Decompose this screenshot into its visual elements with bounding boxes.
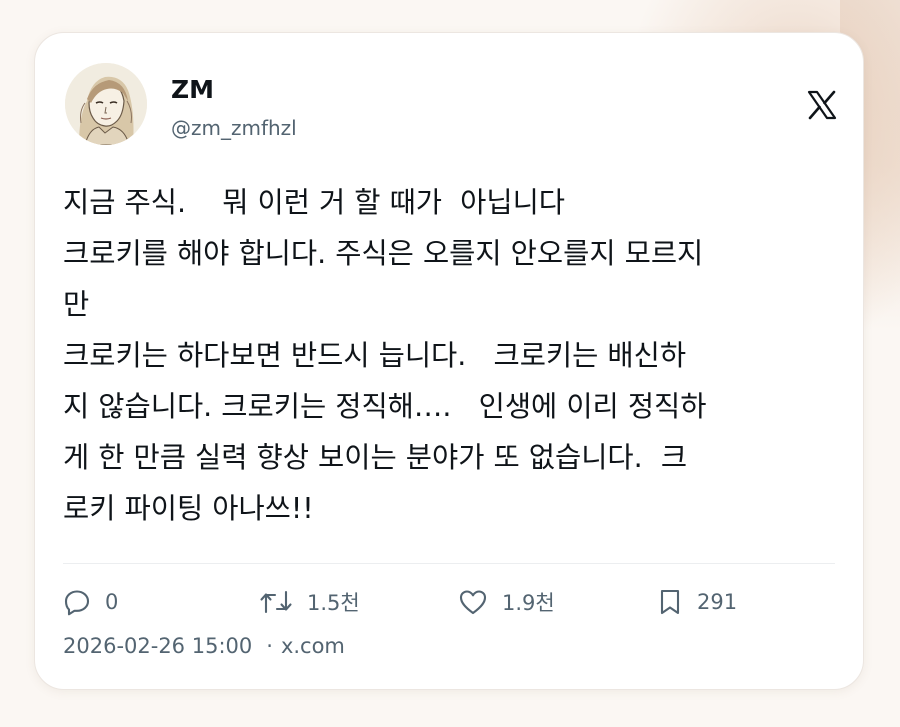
tweet-line: 게 한 만큼 실력 향상 보이는 분야가 또 없습니다. 크 <box>63 441 688 474</box>
author-name[interactable]: ZM <box>171 75 214 104</box>
tweet-line: 크로키를 해야 합니다. 주식은 오를지 안오를지 모르지 <box>63 237 704 270</box>
tweet-line: 만 <box>63 288 90 321</box>
x-logo-icon[interactable] <box>806 89 838 121</box>
tweet-line: 로키 파이팅 아나쓰!! <box>63 492 314 525</box>
tweet-meta: 2026-02-26 15:00 · x.com <box>63 634 345 658</box>
retweet-icon <box>259 588 293 616</box>
bookmark-button[interactable]: 291 <box>657 584 737 620</box>
retweet-count: 1.5천 <box>307 591 360 615</box>
source-link[interactable]: x.com <box>281 634 345 658</box>
reply-button[interactable]: 0 <box>63 584 118 620</box>
reply-count: 0 <box>105 590 119 614</box>
author-handle[interactable]: @zm_zmfhzl <box>171 116 297 140</box>
like-button[interactable]: 1.9천 <box>458 584 555 620</box>
tweet-line: 지 않습니다. 크로키는 정직해…. 인생에 이리 정직하 <box>63 390 707 423</box>
tweet-card: ZM @zm_zmfhzl 지금 주식. 뭐 이런 거 할 때가 아닙니다 크로… <box>34 32 864 690</box>
retweet-button[interactable]: 1.5천 <box>259 584 360 620</box>
tweet-line: 지금 주식. 뭐 이런 거 할 때가 아닙니다 <box>63 186 566 219</box>
divider <box>63 563 835 564</box>
reply-icon <box>63 588 91 616</box>
bookmark-count: 291 <box>697 590 738 614</box>
heart-icon <box>458 588 488 616</box>
timestamp[interactable]: 2026-02-26 15:00 <box>63 634 252 658</box>
avatar[interactable] <box>65 63 147 145</box>
tweet-body: 지금 주식. 뭐 이런 거 할 때가 아닙니다 크로키를 해야 합니다. 주식은… <box>63 177 853 534</box>
tweet-line: 크로키는 하다보면 반드시 늡니다. 크로키는 배신하 <box>63 339 687 372</box>
bookmark-icon <box>657 588 683 616</box>
like-count: 1.9천 <box>502 591 555 615</box>
meta-separator: · <box>266 634 273 658</box>
avatar-illustration <box>65 63 147 145</box>
